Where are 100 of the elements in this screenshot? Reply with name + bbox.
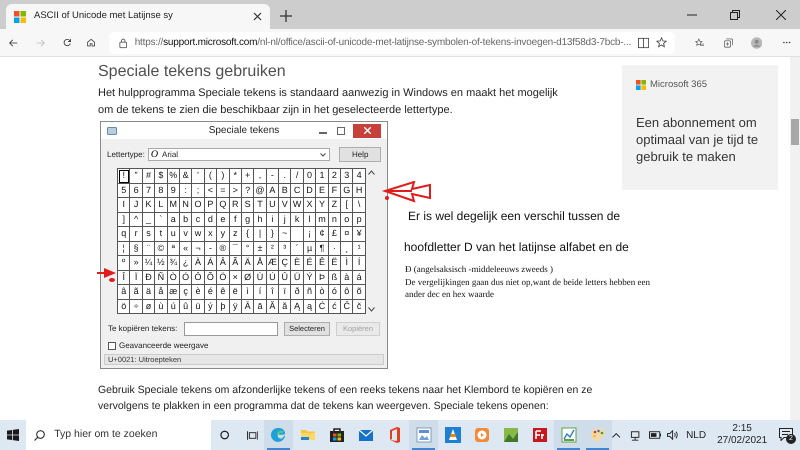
character-cell[interactable]: H (353, 184, 366, 198)
character-cell[interactable]: X (304, 198, 316, 212)
character-cell[interactable]: j (279, 212, 292, 227)
character-cell[interactable]: 3 (341, 169, 354, 184)
character-cell[interactable]: ) (217, 169, 230, 184)
character-cell[interactable]: ¹ (353, 242, 366, 256)
character-cell[interactable]: æ (168, 285, 180, 300)
character-cell[interactable]: ò (316, 285, 329, 300)
speaker-icon[interactable] (666, 430, 678, 440)
character-cell[interactable]: § (130, 242, 143, 256)
character-cell[interactable]: ª (168, 242, 180, 256)
character-cell[interactable]: ³ (279, 242, 292, 256)
character-cell[interactable]: ¬ (192, 242, 205, 256)
character-cell[interactable]: @ (254, 184, 267, 198)
character-cell[interactable]: ? (242, 184, 254, 198)
character-cell[interactable]: á (353, 270, 366, 285)
character-cell[interactable]: ý (204, 300, 218, 314)
character-cell[interactable]: / (291, 169, 304, 184)
character-cell[interactable]: Z (328, 198, 342, 212)
scroll-down-icon[interactable] (368, 307, 376, 312)
language-indicator[interactable]: NLD (686, 428, 706, 442)
character-cell[interactable]: Ï (130, 270, 143, 285)
character-cell[interactable]: a (168, 212, 180, 227)
character-cell[interactable]: * (230, 169, 242, 184)
character-cell[interactable]: ¿ (180, 256, 192, 270)
character-cell[interactable]: E (316, 184, 329, 198)
character-cell[interactable]: - (266, 169, 280, 184)
character-cell[interactable]: ï (279, 285, 292, 300)
character-cell[interactable]: d (204, 212, 218, 227)
character-cell[interactable]: " (130, 169, 143, 184)
character-cell[interactable]: x (204, 227, 218, 242)
character-cell[interactable]: b (180, 212, 192, 227)
character-cell[interactable]: f (230, 212, 242, 227)
character-cell[interactable]: Q (217, 198, 230, 212)
character-cell[interactable]: č (353, 300, 366, 314)
character-cell[interactable]: Ø (242, 270, 254, 285)
character-cell[interactable]: i (266, 212, 280, 227)
character-cell[interactable]: Ü (291, 270, 304, 285)
character-cell[interactable]: É (304, 256, 316, 270)
character-cell[interactable]: Í (353, 256, 366, 270)
chevron-up-icon[interactable] (612, 432, 620, 438)
character-cell[interactable]: Ñ (155, 270, 168, 285)
character-cell[interactable]: 5 (118, 184, 130, 198)
character-cell[interactable]: t (155, 227, 168, 242)
character-cell[interactable]: n (328, 212, 342, 227)
character-cell[interactable]: Ò (168, 270, 180, 285)
character-cell[interactable]: e (217, 212, 230, 227)
character-cell[interactable]: Ç (279, 256, 292, 270)
character-cell[interactable]: 0 (304, 169, 316, 184)
character-cell[interactable]: » (130, 256, 143, 270)
battery-icon[interactable] (648, 431, 661, 439)
character-cell[interactable]: m (316, 212, 329, 227)
browser-tab[interactable]: ASCII of Unicode met Latijnse sy (6, 4, 270, 29)
character-cell[interactable]: ä (142, 285, 156, 300)
character-cell[interactable]: ¯ (230, 242, 242, 256)
character-cell[interactable]: y (217, 227, 230, 242)
character-cell[interactable]: ą (304, 300, 316, 314)
character-cell[interactable]: û (180, 300, 192, 314)
ad-panel[interactable]: Microsoft 365 Een abonnement om optimaal van je tijd te gebruik te maken (622, 65, 778, 190)
character-cell[interactable]: « (180, 242, 192, 256)
character-cell[interactable]: ¥ (353, 227, 366, 242)
character-cell[interactable]: ö (118, 300, 130, 314)
close-icon[interactable] (253, 12, 262, 21)
character-cell[interactable]: é (204, 285, 218, 300)
character-cell[interactable]: . (279, 169, 292, 184)
character-cell[interactable]: Æ (266, 256, 280, 270)
character-cell[interactable]: î (266, 285, 280, 300)
character-cell[interactable]: + (242, 169, 254, 184)
character-cell[interactable]: Ý (304, 270, 316, 285)
more-icon[interactable] (783, 41, 791, 44)
character-cell[interactable]: ¼ (142, 256, 156, 270)
character-cell[interactable]: Ú (266, 270, 280, 285)
character-cell[interactable]: ] (118, 212, 130, 227)
character-cell[interactable]: P (204, 198, 218, 212)
character-cell[interactable]: > (230, 184, 242, 198)
character-cell[interactable]: z (230, 227, 242, 242)
character-cell[interactable]: M (168, 198, 180, 212)
character-cell[interactable]: â (118, 285, 130, 300)
character-cell[interactable]: ¡ (304, 227, 316, 242)
character-cell[interactable]: ' (192, 169, 205, 184)
character-cell[interactable]: ð (291, 285, 304, 300)
character-cell[interactable]: w (192, 227, 205, 242)
character-cell[interactable]: [ (341, 198, 354, 212)
character-cell[interactable]: 1 (316, 169, 329, 184)
character-cell[interactable]: ° (242, 242, 254, 256)
search-field[interactable]: Typ hier om te zoeken (26, 420, 212, 450)
character-cell[interactable]: ô (341, 285, 354, 300)
character-cell[interactable]: 9 (168, 184, 180, 198)
reader-icon[interactable] (638, 36, 650, 48)
character-cell[interactable]: p (353, 212, 366, 227)
character-cell[interactable] (291, 227, 304, 242)
character-cell[interactable]: õ (353, 285, 366, 300)
character-cell[interactable]: Ì (341, 256, 354, 270)
character-cell[interactable]: È (291, 256, 304, 270)
character-cell[interactable]: ¢ (316, 227, 329, 242)
character-cell[interactable]: ^ (130, 212, 143, 227)
character-cell[interactable]: Ô (192, 270, 205, 285)
character-cell[interactable]: - (204, 242, 218, 256)
character-cell[interactable]: ú (168, 300, 180, 314)
character-cell[interactable]: Ć (316, 300, 329, 314)
